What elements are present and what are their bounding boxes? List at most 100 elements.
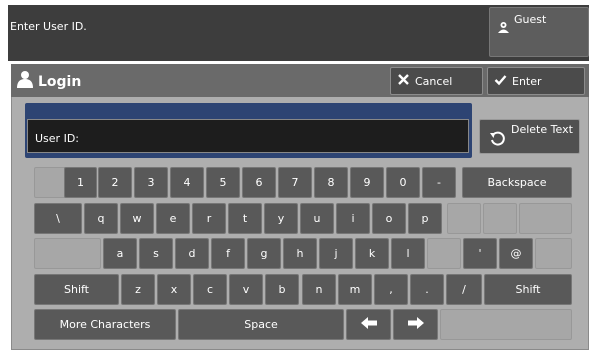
- key-8-label: 8: [327, 176, 335, 189]
- key-s[interactable]: s: [139, 238, 173, 269]
- key-o-label: o: [385, 212, 393, 225]
- key-dash[interactable]: -: [422, 167, 456, 198]
- key-5-label: 5: [219, 176, 227, 189]
- space-key-label: Space: [244, 318, 278, 331]
- key-9-label: 9: [363, 176, 371, 189]
- key-w[interactable]: w: [120, 203, 154, 234]
- key-period[interactable]: .: [410, 274, 444, 305]
- key-g-label: g: [260, 247, 268, 260]
- key-a-label: a: [116, 247, 124, 260]
- key-person-icon: [497, 19, 510, 38]
- key-n[interactable]: n: [302, 274, 336, 305]
- user-id-field[interactable]: User ID:: [27, 119, 469, 153]
- backspace-key-label: Backspace: [487, 176, 547, 189]
- key-period-label: .: [425, 283, 429, 296]
- key-blank: [447, 203, 481, 234]
- key-e-label: e: [169, 212, 177, 225]
- key-m-label: m: [349, 283, 361, 296]
- key-s-label: s: [153, 247, 159, 260]
- key-slash-label: /: [462, 283, 466, 296]
- guest-label: Guest: [514, 13, 547, 26]
- key-b[interactable]: b: [265, 274, 299, 305]
- key-t[interactable]: t: [228, 203, 262, 234]
- key-i[interactable]: i: [336, 203, 370, 234]
- key-p[interactable]: p: [408, 203, 442, 234]
- key-blank: [535, 238, 572, 269]
- more-characters-button[interactable]: More Characters: [34, 309, 176, 340]
- key-d[interactable]: d: [175, 238, 209, 269]
- key-r-label: r: [206, 212, 212, 225]
- user-icon: [16, 70, 34, 92]
- shift-key-left-label: Shift: [63, 283, 89, 296]
- key-u[interactable]: u: [300, 203, 334, 234]
- key-x[interactable]: x: [157, 274, 191, 305]
- dialog-title: Login: [38, 74, 82, 90]
- close-icon: [397, 73, 410, 89]
- space-key[interactable]: Space: [178, 309, 344, 340]
- key-f[interactable]: f: [211, 238, 245, 269]
- key-j-label: j: [334, 247, 338, 260]
- key-1-label: 1: [77, 176, 84, 189]
- key-f-label: f: [226, 247, 230, 260]
- key-a[interactable]: a: [103, 238, 137, 269]
- key-q[interactable]: q: [84, 203, 118, 234]
- key-e[interactable]: e: [156, 203, 190, 234]
- left-arrow-key[interactable]: [346, 309, 391, 340]
- key-d-label: d: [188, 247, 196, 260]
- key-blank: [483, 203, 517, 234]
- checkmark-icon: [494, 73, 507, 89]
- prompt-text: Enter User ID.: [10, 20, 87, 33]
- key-3[interactable]: 3: [134, 167, 168, 198]
- delete-text-button[interactable]: Delete Text: [479, 119, 580, 154]
- key-6[interactable]: 6: [242, 167, 276, 198]
- key-l-label: l: [406, 247, 410, 260]
- shift-key-right-label: Shift: [515, 283, 541, 296]
- key-k-label: k: [368, 247, 376, 260]
- enter-button[interactable]: Enter: [487, 67, 585, 95]
- backspace-key[interactable]: Backspace: [462, 167, 572, 198]
- key-v-label: v: [242, 283, 250, 296]
- key-m[interactable]: m: [338, 274, 372, 305]
- shift-key-left[interactable]: Shift: [34, 274, 119, 305]
- key-j[interactable]: j: [319, 238, 353, 269]
- key-at[interactable]: @: [499, 238, 533, 269]
- key-2-label: 2: [111, 176, 119, 189]
- key-g[interactable]: g: [247, 238, 281, 269]
- key-backslash[interactable]: \: [34, 203, 82, 234]
- shift-key-right[interactable]: Shift: [484, 274, 572, 305]
- key-k[interactable]: k: [355, 238, 389, 269]
- key-7[interactable]: 7: [278, 167, 312, 198]
- key-blank: [440, 309, 572, 340]
- key-apostrophe-label: ': [478, 247, 482, 260]
- key-8[interactable]: 8: [314, 167, 348, 198]
- key-9[interactable]: 9: [350, 167, 384, 198]
- key-0-label: 0: [399, 176, 407, 189]
- key-slash[interactable]: /: [446, 274, 482, 305]
- undo-icon: [489, 130, 507, 152]
- key-h[interactable]: h: [283, 238, 317, 269]
- key-l[interactable]: l: [391, 238, 425, 269]
- key-4[interactable]: 4: [170, 167, 204, 198]
- key-p-label: p: [421, 212, 429, 225]
- key-comma[interactable]: ,: [374, 274, 408, 305]
- key-2[interactable]: 2: [98, 167, 132, 198]
- key-z[interactable]: z: [121, 274, 155, 305]
- key-apostrophe[interactable]: ': [463, 238, 497, 269]
- key-c[interactable]: c: [193, 274, 227, 305]
- key-7-label: 7: [291, 176, 299, 189]
- cancel-button[interactable]: Cancel: [390, 67, 483, 95]
- key-i-label: i: [351, 212, 355, 225]
- key-r[interactable]: r: [192, 203, 226, 234]
- key-y[interactable]: y: [264, 203, 298, 234]
- guest-button[interactable]: Guest: [489, 7, 589, 57]
- key-o[interactable]: o: [372, 203, 406, 234]
- key-1[interactable]: 1: [64, 167, 97, 198]
- key-5[interactable]: 5: [206, 167, 240, 198]
- right-arrow-key[interactable]: [393, 309, 438, 340]
- key-0[interactable]: 0: [386, 167, 420, 198]
- enter-label: Enter: [512, 74, 542, 88]
- key-comma-label: ,: [389, 283, 393, 296]
- delete-text-label: Delete Text: [511, 123, 573, 136]
- key-v[interactable]: v: [229, 274, 263, 305]
- left-arrow-icon: [360, 316, 378, 333]
